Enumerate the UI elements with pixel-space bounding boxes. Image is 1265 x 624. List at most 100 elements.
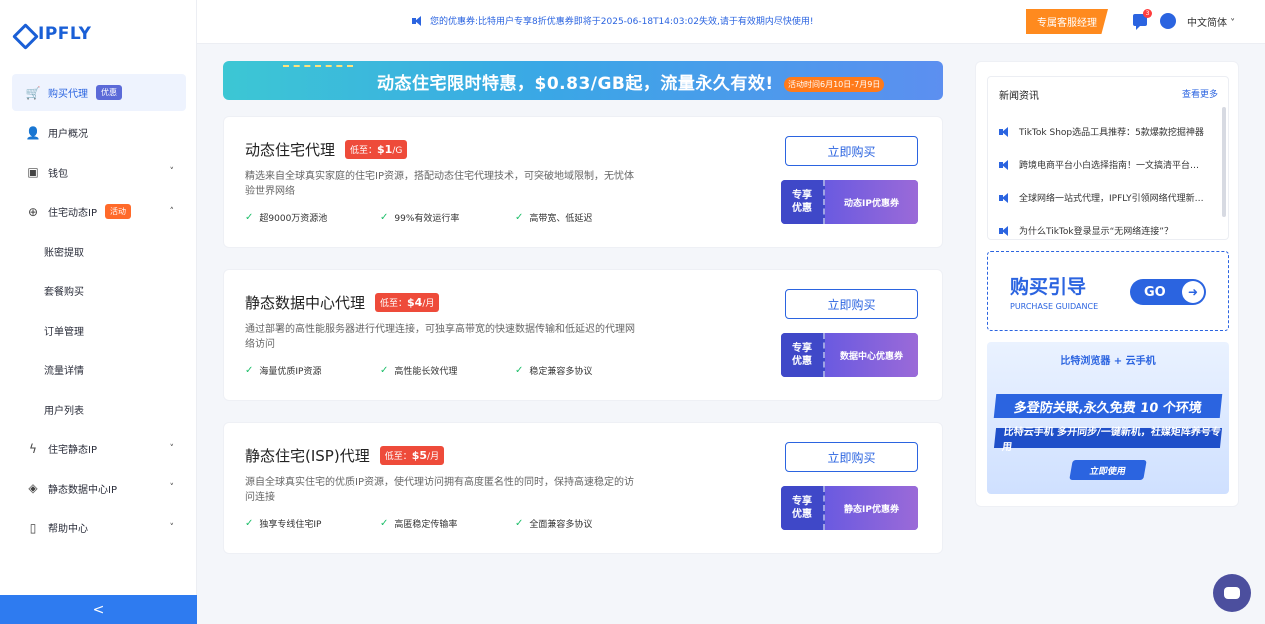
promo-brand: 比特浏览器 + 云手机 [1060, 356, 1156, 367]
price-unit: /月 [427, 452, 440, 462]
feature-text: 稳定兼容多协议 [529, 367, 593, 377]
news-item[interactable]: 跨境电商平台小白选择指南！一文搞清平台… [999, 148, 1221, 181]
news-item[interactable]: TikTok Shop选品工具推荐：5款爆款挖掘神器 [999, 115, 1221, 148]
sidebar-item-10[interactable]: ◈ 静态数据中心IP ˅ [12, 469, 186, 509]
sidebar-badge: 优惠 [96, 85, 122, 100]
guide-title: 购买引导 [1010, 276, 1087, 298]
feature-item: ✓ 高匿稳定传输率 [380, 517, 515, 530]
feature-item: ✓ 海量优质IP资源 [245, 364, 380, 377]
card-title-text: 动态住宅代理 [245, 141, 336, 159]
sidebar-item-3[interactable]: ⊕ 住宅动态IP 活动 ˄ [12, 192, 186, 232]
feature-text: 全面兼容多协议 [529, 520, 593, 530]
topbar: 您的优惠券:比特用户专享8折优惠券即将于2025-06-18T14:03:02失… [197, 0, 1265, 44]
cart-icon: 🛒 [25, 85, 41, 100]
coupon-name: 数据中心优惠券 [825, 333, 918, 377]
news-item[interactable]: 为什么TikTok登录显示“无网络连接”？ [999, 214, 1221, 247]
check-icon: ✓ [245, 212, 254, 223]
news-scrollbar[interactable] [1222, 107, 1226, 217]
news-more-link[interactable]: 查看更多 [1182, 87, 1218, 100]
customer-service-button[interactable]: 专属客服经理 [1026, 9, 1108, 34]
check-icon: ✓ [515, 518, 524, 529]
product-card: 动态住宅代理 低至：$1/G 精选来自全球真实家庭的住宅IP资源，搭配动态住宅代… [223, 116, 943, 248]
check-icon: ✓ [380, 365, 389, 376]
go-button[interactable]: GO ➜ [1130, 279, 1206, 305]
card-title-text: 静态数据中心代理 [245, 294, 366, 312]
coupon-button[interactable]: 专享 优惠 静态IP优惠券 [781, 486, 918, 530]
wallet-icon: ▣ [27, 165, 39, 180]
sidebar-item-label: 用户概况 [48, 129, 88, 141]
sidebar-item-6[interactable]: 订单管理 [12, 311, 186, 351]
sidebar-item-4[interactable]: 账密提取 [12, 232, 186, 272]
card-description: 源自全球真实住宅的优质IP资源，使代理访问拥有高度匿名性的同时，保持高速稳定的访… [245, 477, 634, 503]
chevron-icon: ˄ [169, 206, 175, 217]
price-prefix: 低至： [350, 146, 378, 156]
message-count-badge: 3 [1143, 9, 1152, 18]
sidebar-item-label: 账密提取 [44, 247, 84, 259]
buy-now-button[interactable]: 立即购买 [785, 442, 918, 472]
chevron-icon: ˅ [169, 443, 175, 454]
price-value: $1 [377, 143, 393, 156]
ipfly-logo-icon [14, 25, 32, 43]
sidebar-item-label: 住宅静态IP [48, 445, 97, 457]
news-item[interactable]: 全球网络一站式代理，IPFLY引领网络代理新… [999, 181, 1221, 214]
right-panel: 新闻资讯 查看更多 TikTok Shop选品工具推荐：5款爆款挖掘神器 跨境电商… [975, 61, 1239, 507]
sidebar-collapse-button[interactable]: < [0, 595, 197, 624]
banner-date-tag: 活动时间6月10日-7月9日 [784, 77, 885, 92]
chat-button[interactable] [1213, 574, 1251, 612]
price-value: $5 [411, 449, 428, 462]
coupon-button[interactable]: 专享 优惠 动态IP优惠券 [781, 180, 918, 224]
sidebar-item-9[interactable]: ϟ 住宅静态IP ˅ [12, 429, 186, 469]
feature-list: ✓ 独享专线住宅IP ✓ 高匿稳定传输率 ✓ 全面兼容多协议 [245, 517, 650, 530]
sidebar-item-2[interactable]: ▣ 钱包 ˅ [12, 153, 186, 193]
buy-now-button[interactable]: 立即购买 [785, 136, 918, 166]
price-tag: 低至：$4/月 [375, 293, 440, 312]
sidebar-item-label: 钱包 [48, 168, 68, 180]
coupon-button[interactable]: 专享 优惠 数据中心优惠券 [781, 333, 918, 377]
sidebar-nav: 🛒 购买代理 优惠 👤 用户概况 ▣ 钱包 ˅ ⊕ 住宅动态IP 活动 ˄ 账密提取套餐购买 订单管理流量… [12, 74, 186, 548]
sidebar: IPFLY 🛒 购买代理 优惠 👤 用户概况 ▣ 钱包 ˅ ⊕ 住宅动态IP 活动 ˄ 账密提取套餐购买… [0, 0, 197, 624]
promo-banner[interactable]: 动态住宅限时特惠，$0.83/GB起，流量永久有效! 活动时间6月10日-7月9… [223, 61, 943, 100]
price-unit: /G [392, 146, 403, 156]
sidebar-item-7[interactable]: 流量详情 [12, 350, 186, 390]
sidebar-item-label: 静态数据中心IP [48, 484, 117, 496]
sidebar-item-5[interactable]: 套餐购买 [12, 271, 186, 311]
coupon-notice[interactable]: 您的优惠券:比特用户专享8折优惠券即将于2025-06-18T14:03:02失… [412, 14, 813, 27]
speaker-icon [999, 159, 1011, 170]
feature-text: 超9000万资源池 [259, 214, 328, 224]
feature-item: ✓ 独享专线住宅IP [245, 517, 380, 530]
sidebar-item-11[interactable]: ▯ 帮助中心 ˅ [12, 508, 186, 548]
sidebar-item-1[interactable]: 👤 用户概况 [12, 113, 186, 153]
bitbrowser-promo[interactable]: 比特浏览器 + 云手机 多登防关联,永久免费 10 个环境 比特云手机 多开同步… [987, 342, 1229, 494]
card-description: 通过部署的高性能服务器进行代理连接，可独享高带宽的快速数据传输和低延迟的代理网络… [245, 324, 635, 350]
feature-text: 99%有效运行率 [394, 214, 460, 224]
coupon-exclusive-label: 专享 优惠 [781, 333, 825, 377]
bunting-decoration [283, 65, 353, 77]
news-list: TikTok Shop选品工具推荐：5款爆款挖掘神器 跨境电商平台小白选择指南！一… [999, 115, 1221, 247]
feature-item: ✓ 99%有效运行率 [380, 211, 515, 224]
feature-text: 独享专线住宅IP [259, 520, 322, 530]
feature-item: ✓ 高性能长效代理 [380, 364, 515, 377]
check-icon: ✓ [380, 212, 389, 223]
coupon-name: 静态IP优惠券 [825, 486, 918, 530]
chevron-icon: ˅ [169, 522, 175, 533]
logo[interactable]: IPFLY [14, 24, 91, 44]
card-title: 静态数据中心代理 低至：$4/月 [245, 292, 440, 313]
promo-use-button[interactable]: 立即使用 [1069, 460, 1147, 480]
purchase-guide[interactable]: 购买引导 PURCHASE GUIDANCE GO ➜ [987, 251, 1229, 331]
chevron-icon: ˅ [169, 483, 175, 494]
sidebar-item-label: 流量详情 [44, 366, 84, 378]
sidebar-item-label: 购买代理 [48, 89, 88, 100]
feature-item: ✓ 超9000万资源池 [245, 211, 380, 224]
user-avatar-icon[interactable] [1160, 13, 1176, 29]
speaker-icon [999, 192, 1011, 203]
feature-list: ✓ 海量优质IP资源 ✓ 高性能长效代理 ✓ 稳定兼容多协议 [245, 364, 650, 377]
buy-now-button[interactable]: 立即购买 [785, 289, 918, 319]
sidebar-item-8[interactable]: 用户列表 [12, 390, 186, 430]
sidebar-item-0[interactable]: 🛒 购买代理 优惠 [12, 74, 186, 111]
chevron-icon: ˅ [169, 167, 175, 178]
language-selector[interactable]: 中文简体 ˅ [1187, 14, 1235, 29]
banner-text: 动态住宅限时特惠，$0.83/GB起，流量永久有效! [377, 74, 774, 94]
cube-icon: ◈ [28, 481, 38, 496]
sidebar-item-label: 用户列表 [44, 405, 84, 417]
check-icon: ✓ [245, 518, 254, 529]
